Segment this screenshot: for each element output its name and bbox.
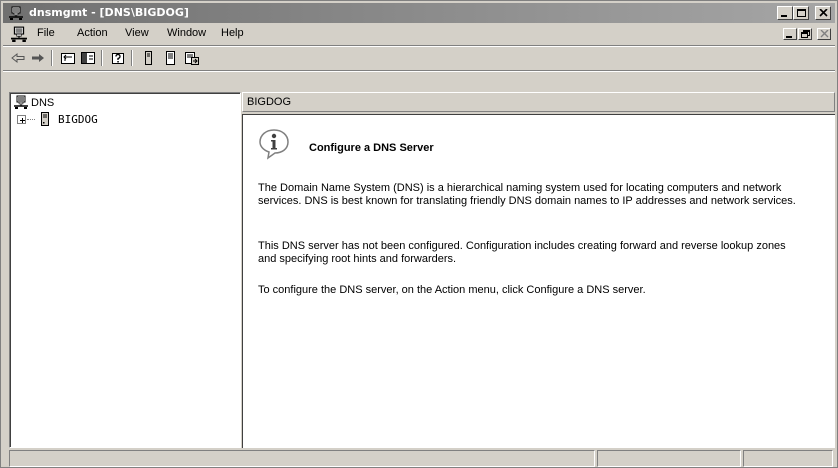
tree-node-label: DNS xyxy=(31,97,55,109)
description-paragraph: The Domain Name System (DNS) is a hierar… xyxy=(258,182,796,207)
maximize-button[interactable] xyxy=(793,6,809,20)
forward-button[interactable] xyxy=(29,49,47,67)
export-list-icon xyxy=(185,52,199,65)
close-icon xyxy=(819,9,828,17)
server-properties-button[interactable] xyxy=(139,49,157,67)
back-button[interactable] xyxy=(9,49,27,67)
server-icon xyxy=(37,111,53,130)
console-tree-pane[interactable]: DNS BIGDOG xyxy=(9,92,241,448)
details-pane: BIGDOG Configure a DNS Server The Domain… xyxy=(242,92,835,448)
mdi-close-button[interactable] xyxy=(817,28,831,40)
status-paragraph: This DNS server has not been configured.… xyxy=(258,240,786,265)
details-pane-header: BIGDOG xyxy=(242,92,835,112)
close-button[interactable] xyxy=(815,6,831,20)
status-cell-3 xyxy=(743,450,833,467)
minimize-button[interactable] xyxy=(777,6,793,20)
server-list-icon xyxy=(166,51,175,65)
status-cell-main xyxy=(9,450,595,467)
expand-icon[interactable] xyxy=(17,115,26,124)
close-icon xyxy=(820,30,829,38)
help-button[interactable] xyxy=(109,49,127,67)
up-one-level-button[interactable] xyxy=(59,49,77,67)
information-icon xyxy=(258,128,290,160)
toolbar-content-divider xyxy=(3,70,835,72)
server-properties-icon xyxy=(145,51,152,65)
menu-action[interactable]: Action xyxy=(73,27,112,42)
dns-computer-icon xyxy=(14,95,28,112)
menu-bar: File Action View Window Help xyxy=(3,24,835,44)
forward-arrow-icon xyxy=(32,54,44,62)
back-arrow-icon xyxy=(11,52,25,64)
toolbar-separator xyxy=(131,50,133,66)
window-title: dnsmgmt - [DNS\BIGDOG] xyxy=(29,6,189,19)
up-one-level-icon xyxy=(61,53,75,64)
menu-help[interactable]: Help xyxy=(217,27,248,42)
instruction-paragraph: To configure the DNS server, on the Acti… xyxy=(258,284,646,296)
details-pane-header-label: BIGDOG xyxy=(247,96,292,108)
maximize-icon xyxy=(797,9,806,17)
status-cell-2 xyxy=(597,450,741,467)
show-hide-tree-button[interactable] xyxy=(79,49,97,67)
dns-computer-icon[interactable] xyxy=(11,26,27,42)
help-icon xyxy=(112,53,124,64)
status-bar xyxy=(3,449,835,467)
restore-icon xyxy=(801,30,810,38)
content-title: Configure a DNS Server xyxy=(309,142,434,154)
tree-node-label: BIGDOG xyxy=(58,113,98,126)
toolbar-separator xyxy=(51,50,53,66)
menu-file[interactable]: File xyxy=(33,27,59,42)
dns-computer-icon xyxy=(9,6,23,20)
title-bar[interactable]: dnsmgmt - [DNS\BIGDOG] xyxy=(3,3,835,23)
minimize-icon xyxy=(786,36,792,38)
show-hide-tree-icon xyxy=(81,52,95,64)
menu-view[interactable]: View xyxy=(121,27,153,42)
toolbar-separator xyxy=(101,50,103,66)
menu-window[interactable]: Window xyxy=(163,27,210,42)
minimize-icon xyxy=(781,15,787,17)
details-pane-body[interactable]: Configure a DNS Server The Domain Name S… xyxy=(242,114,835,448)
server-list-button[interactable] xyxy=(161,49,179,67)
mdi-minimize-button[interactable] xyxy=(783,28,797,40)
export-list-button[interactable] xyxy=(183,49,201,67)
toolbar xyxy=(3,47,835,69)
mdi-restore-button[interactable] xyxy=(798,28,812,40)
app-window: dnsmgmt - [DNS\BIGDOG] File Action View xyxy=(0,0,838,468)
tree-connector xyxy=(27,119,35,120)
